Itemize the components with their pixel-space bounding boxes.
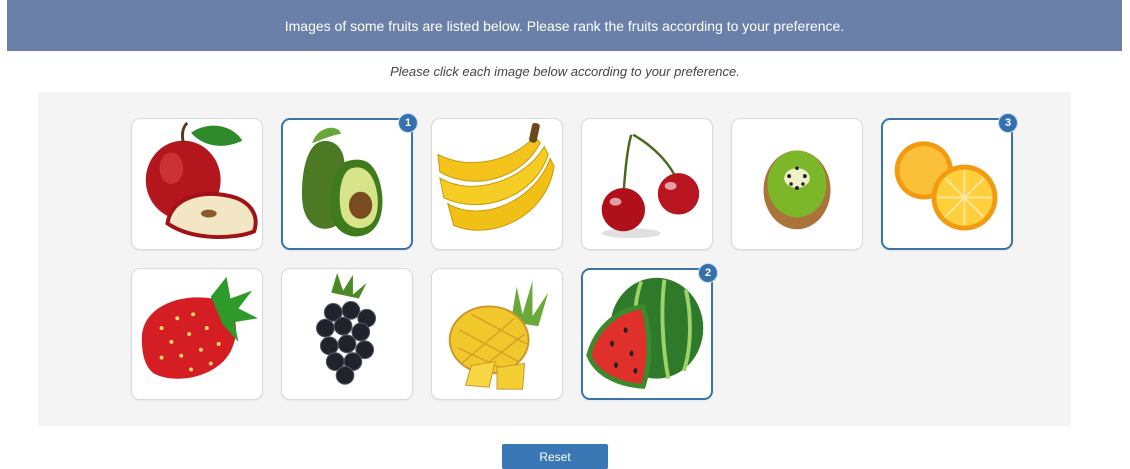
- banana-image: [437, 122, 555, 231]
- apple-image: [145, 121, 258, 239]
- blackberry-image: [315, 272, 377, 385]
- fruit-grid: 1 3 2: [38, 92, 1071, 426]
- fruit-tile-banana[interactable]: [431, 118, 563, 250]
- strawberry-image: [141, 276, 259, 379]
- rank-badge-watermelon: 2: [698, 263, 718, 283]
- fruit-tile-watermelon[interactable]: 2: [581, 263, 718, 400]
- orange-image: [894, 141, 998, 231]
- watermelon-image: [586, 277, 704, 389]
- fruit-tile-cherry[interactable]: [581, 118, 713, 250]
- header-banner: Images of some fruits are listed below. …: [7, 0, 1122, 51]
- reset-button[interactable]: Reset: [502, 444, 608, 469]
- instruction-text: Please click each image below according …: [390, 64, 740, 79]
- fruit-tile-orange[interactable]: 3: [881, 113, 1018, 250]
- avocado-image: [302, 127, 383, 237]
- fruit-tile-apple[interactable]: [131, 118, 263, 250]
- fruit-tile-blackberry[interactable]: [281, 268, 413, 400]
- fruit-tile-avocado[interactable]: 1: [281, 113, 418, 250]
- rank-badge-avocado: 1: [398, 113, 418, 133]
- header-title: Images of some fruits are listed below. …: [284, 17, 845, 34]
- fruit-tile-kiwi[interactable]: [731, 118, 863, 250]
- fruit-tile-strawberry[interactable]: [131, 268, 263, 400]
- cherry-image: [601, 133, 700, 239]
- kiwi-image: [763, 150, 831, 230]
- pineapple-image: [448, 280, 549, 390]
- fruit-tile-pineapple[interactable]: [431, 268, 563, 400]
- rank-badge-orange: 3: [998, 113, 1018, 133]
